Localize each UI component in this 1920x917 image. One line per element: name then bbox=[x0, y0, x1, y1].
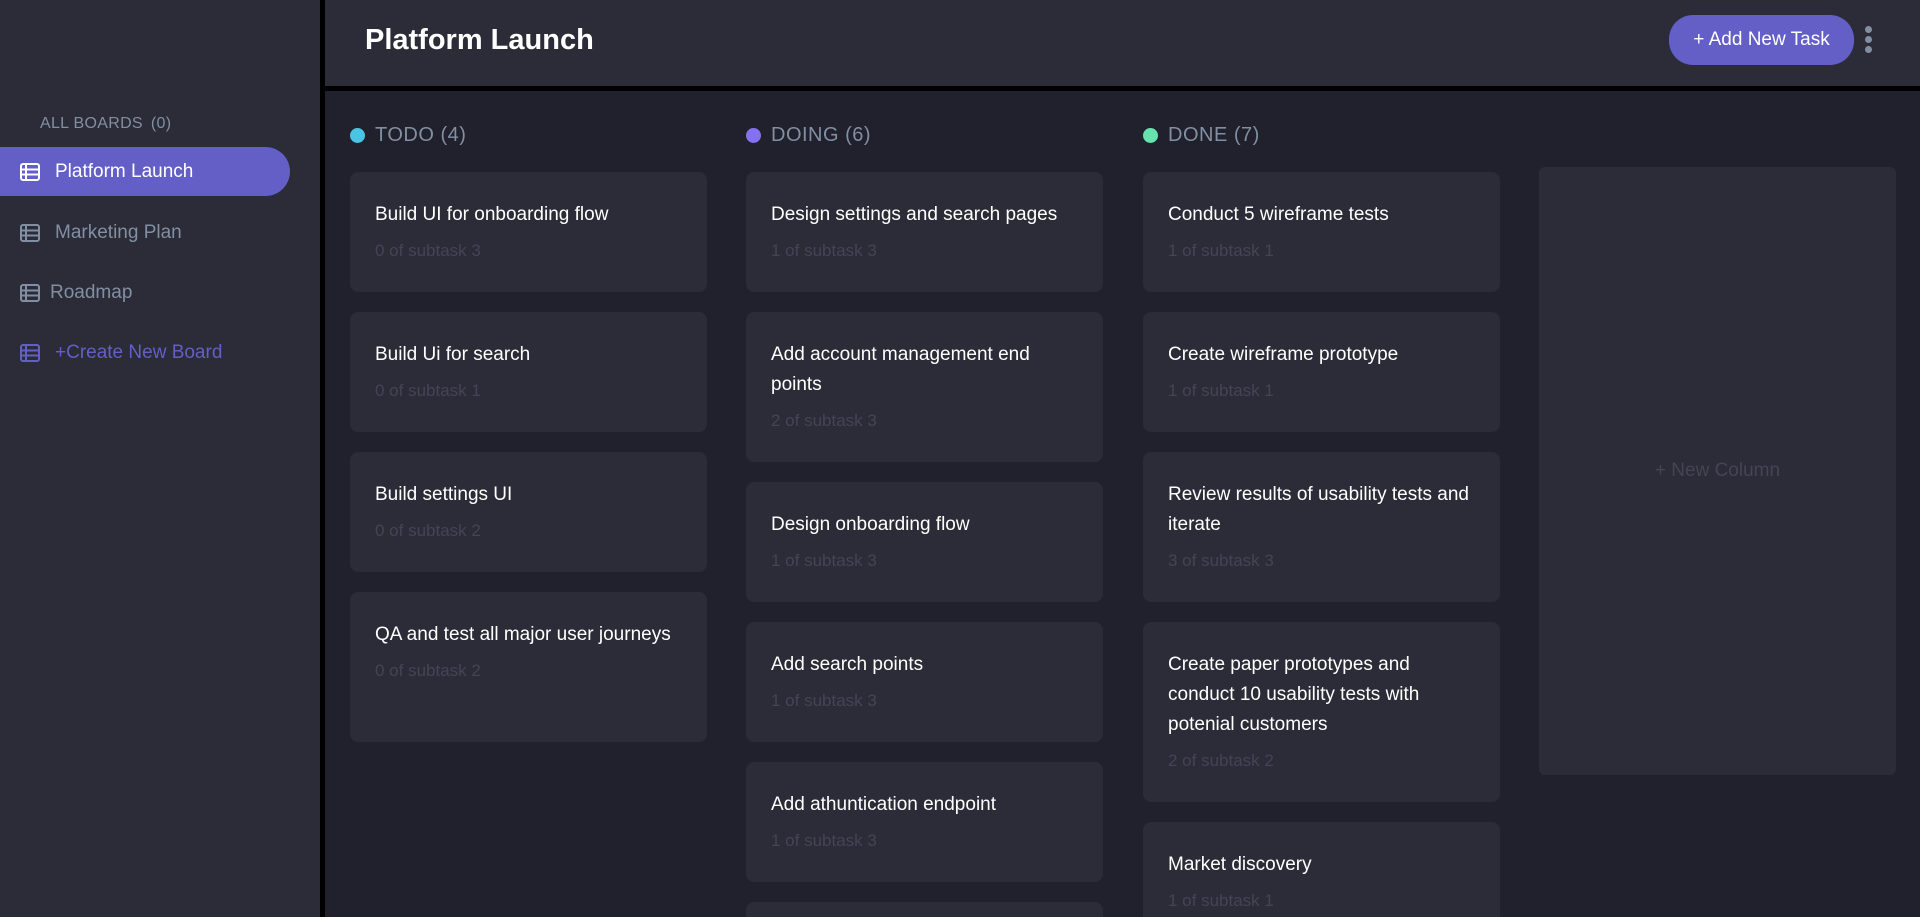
task-subtasks: 2 of subtask 2 bbox=[1168, 751, 1274, 770]
column-title: DONE (7) bbox=[1168, 123, 1260, 146]
task-title: Review results of usability tests and it… bbox=[1168, 484, 1469, 535]
sidebar-item-label: Marketing Plan bbox=[55, 221, 182, 243]
task-subtasks: 1 of subtask 3 bbox=[771, 241, 877, 260]
task-card[interactable]: Add athuntication endpoint 1 of subtask … bbox=[746, 762, 1103, 882]
board-icon bbox=[20, 162, 40, 181]
task-subtasks: 0 of subtask 2 bbox=[375, 521, 481, 540]
new-column-label: + New Column bbox=[1654, 460, 1781, 481]
board-icon bbox=[20, 343, 40, 362]
column-done: DONE (7) Conduct 5 wireframe tests 1 of … bbox=[1143, 120, 1500, 917]
task-title: Build Ui for search bbox=[375, 344, 531, 365]
task-subtasks: 1 of subtask 3 bbox=[771, 551, 877, 570]
task-card[interactable]: Build Ui for search 0 of subtask 1 bbox=[350, 312, 707, 432]
sidebar-item-marketing-plan[interactable]: Marketing Plan bbox=[0, 208, 182, 257]
task-subtasks: 1 of subtask 1 bbox=[1168, 381, 1274, 400]
add-new-task-button[interactable]: + Add New Task bbox=[1669, 15, 1854, 65]
create-new-board-label: +Create New Board bbox=[55, 341, 223, 363]
task-subtasks: 0 of subtask 2 bbox=[375, 661, 481, 680]
column-doing: DOING (6) Design settings and search pag… bbox=[746, 120, 1103, 917]
task-card[interactable]: Create wireframe prototype 1 of subtask … bbox=[1143, 312, 1500, 432]
task-card[interactable]: Create paper prototypes and conduct 10 u… bbox=[1143, 622, 1500, 802]
task-subtasks: 1 of subtask 3 bbox=[771, 831, 877, 850]
column-todo: TODO (4) Build UI for onboarding flow 0 … bbox=[350, 120, 707, 742]
task-card[interactable] bbox=[746, 902, 1103, 917]
task-title: Design settings and search pages bbox=[771, 204, 1058, 225]
column-header: DOING (6) bbox=[746, 120, 1103, 150]
task-title: Add athuntication endpoint bbox=[771, 794, 997, 815]
sidebar-divider bbox=[320, 0, 325, 917]
new-column-button[interactable]: + New Column bbox=[1539, 167, 1896, 775]
sidebar-item-platform-launch[interactable]: Platform Launch bbox=[0, 147, 290, 196]
task-subtasks: 0 of subtask 3 bbox=[375, 241, 481, 260]
sidebar-item-label: Roadmap bbox=[50, 281, 133, 303]
all-boards-label: ALL BOARDS bbox=[40, 115, 143, 132]
task-subtasks: 0 of subtask 1 bbox=[375, 381, 481, 400]
task-subtasks: 2 of subtask 3 bbox=[771, 411, 877, 430]
task-title: Market discovery bbox=[1168, 854, 1312, 875]
task-title: Add search points bbox=[771, 654, 924, 675]
task-subtasks: 1 of subtask 1 bbox=[1168, 891, 1274, 910]
column-header: DONE (7) bbox=[1143, 120, 1500, 150]
all-boards-count: (0) bbox=[150, 115, 172, 132]
task-title: Create paper prototypes and conduct 10 u… bbox=[1168, 654, 1420, 735]
task-title: Build settings UI bbox=[375, 484, 513, 505]
task-title: Build UI for onboarding flow bbox=[375, 204, 609, 225]
task-card[interactable]: Conduct 5 wireframe tests 1 of subtask 1 bbox=[1143, 172, 1500, 292]
task-card[interactable]: Add search points 1 of subtask 3 bbox=[746, 622, 1103, 742]
task-title: Create wireframe prototype bbox=[1168, 344, 1399, 365]
column-color-dot bbox=[746, 127, 761, 143]
sidebar-item-roadmap[interactable]: Roadmap bbox=[0, 268, 132, 317]
task-card[interactable]: Build UI for onboarding flow 0 of subtas… bbox=[350, 172, 707, 292]
kebab-menu-icon[interactable] bbox=[1862, 26, 1874, 56]
task-subtasks: 1 of subtask 1 bbox=[1168, 241, 1274, 260]
header-divider bbox=[325, 86, 1920, 91]
task-subtasks: 3 of subtask 3 bbox=[1168, 551, 1274, 570]
task-subtasks: 1 of subtask 3 bbox=[771, 691, 877, 710]
column-color-dot bbox=[1143, 127, 1158, 143]
page-title: Platform Launch bbox=[365, 24, 594, 56]
task-card[interactable]: QA and test all major user journeys 0 of… bbox=[350, 592, 707, 742]
task-title: Conduct 5 wireframe tests bbox=[1168, 204, 1389, 225]
task-card[interactable]: Add account management end points 2 of s… bbox=[746, 312, 1103, 462]
column-color-dot bbox=[350, 127, 365, 143]
task-card[interactable]: Review results of usability tests and it… bbox=[1143, 452, 1500, 602]
column-header: TODO (4) bbox=[350, 120, 707, 150]
task-card[interactable]: Design settings and search pages 1 of su… bbox=[746, 172, 1103, 292]
sidebar-item-label: Platform Launch bbox=[55, 160, 194, 182]
task-title: Design onboarding flow bbox=[771, 514, 970, 535]
sidebar: ALL BOARDS (0) Platform Launch Marketing … bbox=[0, 0, 320, 917]
board-icon bbox=[20, 223, 40, 242]
task-card[interactable]: Build settings UI 0 of subtask 2 bbox=[350, 452, 707, 572]
task-card[interactable]: Design onboarding flow 1 of subtask 3 bbox=[746, 482, 1103, 602]
task-title: Add account management end points bbox=[771, 344, 1030, 395]
board-icon bbox=[20, 283, 40, 302]
top-header: Platform Launch + Add New Task bbox=[325, 0, 1920, 86]
task-card[interactable]: Market discovery 1 of subtask 1 bbox=[1143, 822, 1500, 917]
all-boards-heading: ALL BOARDS (0) bbox=[40, 115, 171, 133]
create-new-board-button[interactable]: +Create New Board bbox=[0, 328, 222, 377]
task-title: QA and test all major user journeys bbox=[375, 624, 671, 645]
column-title: DOING (6) bbox=[771, 123, 872, 146]
column-title: TODO (4) bbox=[375, 123, 467, 146]
